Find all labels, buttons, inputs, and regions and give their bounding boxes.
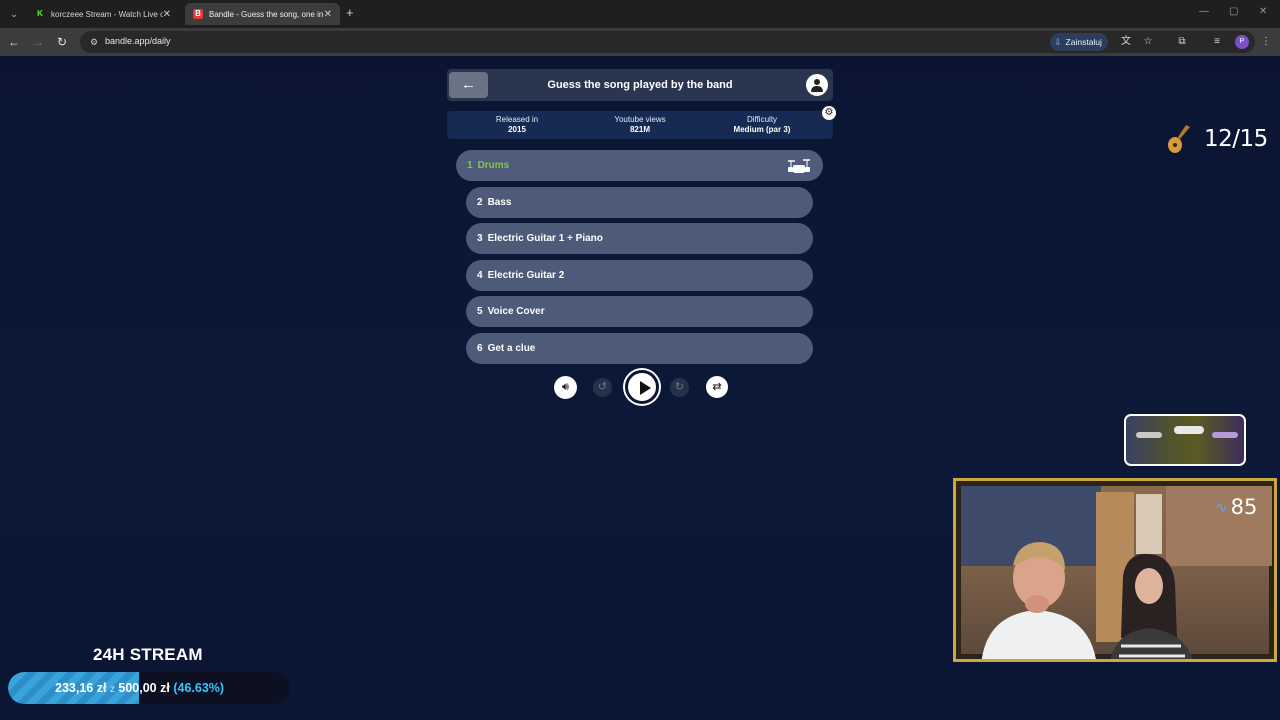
user-icon bbox=[814, 79, 820, 85]
translate-icon[interactable]: 文 bbox=[1119, 35, 1133, 49]
track-voice-cover[interactable]: 5 Voice Cover bbox=[466, 296, 813, 327]
forward-icon: ↻ bbox=[674, 381, 685, 393]
guess-counter: 12/15 bbox=[1166, 121, 1268, 157]
extensions-icon[interactable]: ⧉ bbox=[1175, 35, 1189, 49]
heart-rate-display: ∿ 85 bbox=[1215, 495, 1257, 519]
reload-icon[interactable]: ↻ bbox=[54, 34, 70, 50]
streamer-image bbox=[981, 542, 1096, 659]
tab-close-icon[interactable]: ✕ bbox=[324, 9, 332, 20]
bandle-icon: B bbox=[193, 9, 203, 19]
track-electric-guitar-2[interactable]: 4 Electric Guitar 2 bbox=[466, 260, 813, 291]
guitars-image bbox=[1136, 426, 1238, 438]
url-text: bandle.app/daily bbox=[105, 36, 171, 46]
game-header: ← Guess the song played by the band bbox=[447, 69, 833, 101]
tab-title: Bandle - Guess the song, one in bbox=[209, 9, 324, 19]
install-icon: ⇩ bbox=[1054, 36, 1062, 47]
guitar-icon bbox=[1168, 125, 1190, 153]
browser-tab-bandle[interactable]: B Bandle - Guess the song, one in ✕ bbox=[185, 3, 340, 25]
tab-title: korczeee Stream - Watch Live o bbox=[51, 9, 163, 19]
bookmark-star-icon[interactable]: ☆ bbox=[1141, 35, 1155, 49]
new-tab-button[interactable]: + bbox=[346, 5, 360, 23]
track-electric-guitar-1-piano[interactable]: 3 Electric Guitar 1 + Piano bbox=[466, 223, 813, 254]
track-drums[interactable]: 1 Drums bbox=[456, 150, 823, 181]
reading-list-icon[interactable]: ≡ bbox=[1210, 35, 1224, 49]
tab-search-button[interactable]: ⌄ bbox=[5, 5, 23, 23]
guest-image bbox=[1110, 553, 1193, 659]
speaker-icon: 🔊︎ bbox=[562, 381, 569, 393]
goal-text: 233,16 zł z 500,00 zł (46.63%) bbox=[55, 681, 225, 695]
counter-text: 12/15 bbox=[1204, 126, 1268, 152]
heart-rate-value: 85 bbox=[1230, 495, 1258, 519]
close-window-icon[interactable]: ✕ bbox=[1259, 6, 1267, 17]
install-app-button[interactable]: ⇩ Zainstaluj bbox=[1050, 33, 1108, 51]
stream-alert-card bbox=[1124, 414, 1246, 466]
forward-5-button[interactable]: ↻ bbox=[670, 378, 689, 397]
song-info-bar: Released in 2015 Youtube views 821M Diff… bbox=[447, 111, 833, 139]
account-button[interactable] bbox=[804, 72, 830, 98]
tab-close-icon[interactable]: ✕ bbox=[163, 9, 171, 20]
rewind-icon: ↺ bbox=[597, 381, 608, 393]
back-arrow-icon[interactable]: ← bbox=[6, 34, 22, 50]
donation-goal-bar: 233,16 zł z 500,00 zł (46.63%) bbox=[8, 672, 290, 704]
site-info-icon[interactable]: ⚙ bbox=[88, 36, 100, 48]
loop-toggle-button[interactable]: ⇄ bbox=[706, 376, 728, 398]
browser-tab-kick[interactable]: K korczeee Stream - Watch Live o ✕ bbox=[27, 3, 179, 25]
install-label: Zainstaluj bbox=[1065, 37, 1102, 47]
drum-kit-icon bbox=[788, 159, 810, 173]
track-get-a-clue[interactable]: 6 Get a clue bbox=[466, 333, 813, 364]
info-views: Youtube views 821M bbox=[614, 115, 666, 134]
volume-button[interactable]: 🔊︎ bbox=[554, 376, 577, 399]
heartbeat-icon: ∿ bbox=[1215, 499, 1228, 516]
play-icon bbox=[640, 381, 651, 395]
kick-logo-icon: K bbox=[37, 9, 43, 18]
arrow-left-icon: ← bbox=[461, 76, 476, 93]
rewind-5-button[interactable]: ↺ bbox=[593, 378, 612, 397]
info-released: Released in 2015 bbox=[495, 115, 539, 134]
back-button[interactable]: ← bbox=[449, 72, 488, 98]
page-title: Guess the song played by the band bbox=[547, 79, 733, 91]
info-difficulty: Difficulty Medium (par 3) bbox=[733, 115, 791, 134]
track-bass[interactable]: 2 Bass bbox=[466, 187, 813, 218]
browser-menu-icon[interactable]: ⋮ bbox=[1259, 35, 1273, 49]
browser-tab-bar: ⌄ K korczeee Stream - Watch Live o ✕ B B… bbox=[0, 0, 1280, 28]
settings-gear-icon[interactable]: ⚙ bbox=[822, 106, 836, 120]
stream-title: 24H STREAM bbox=[93, 645, 203, 664]
profile-avatar[interactable]: P bbox=[1235, 35, 1249, 49]
minimize-icon[interactable]: — bbox=[1199, 6, 1209, 17]
forward-arrow-icon[interactable]: → bbox=[30, 34, 46, 50]
maximize-icon[interactable]: ▢ bbox=[1229, 6, 1238, 17]
play-button[interactable] bbox=[625, 370, 659, 404]
repeat-off-icon: ⇄ bbox=[712, 381, 722, 393]
